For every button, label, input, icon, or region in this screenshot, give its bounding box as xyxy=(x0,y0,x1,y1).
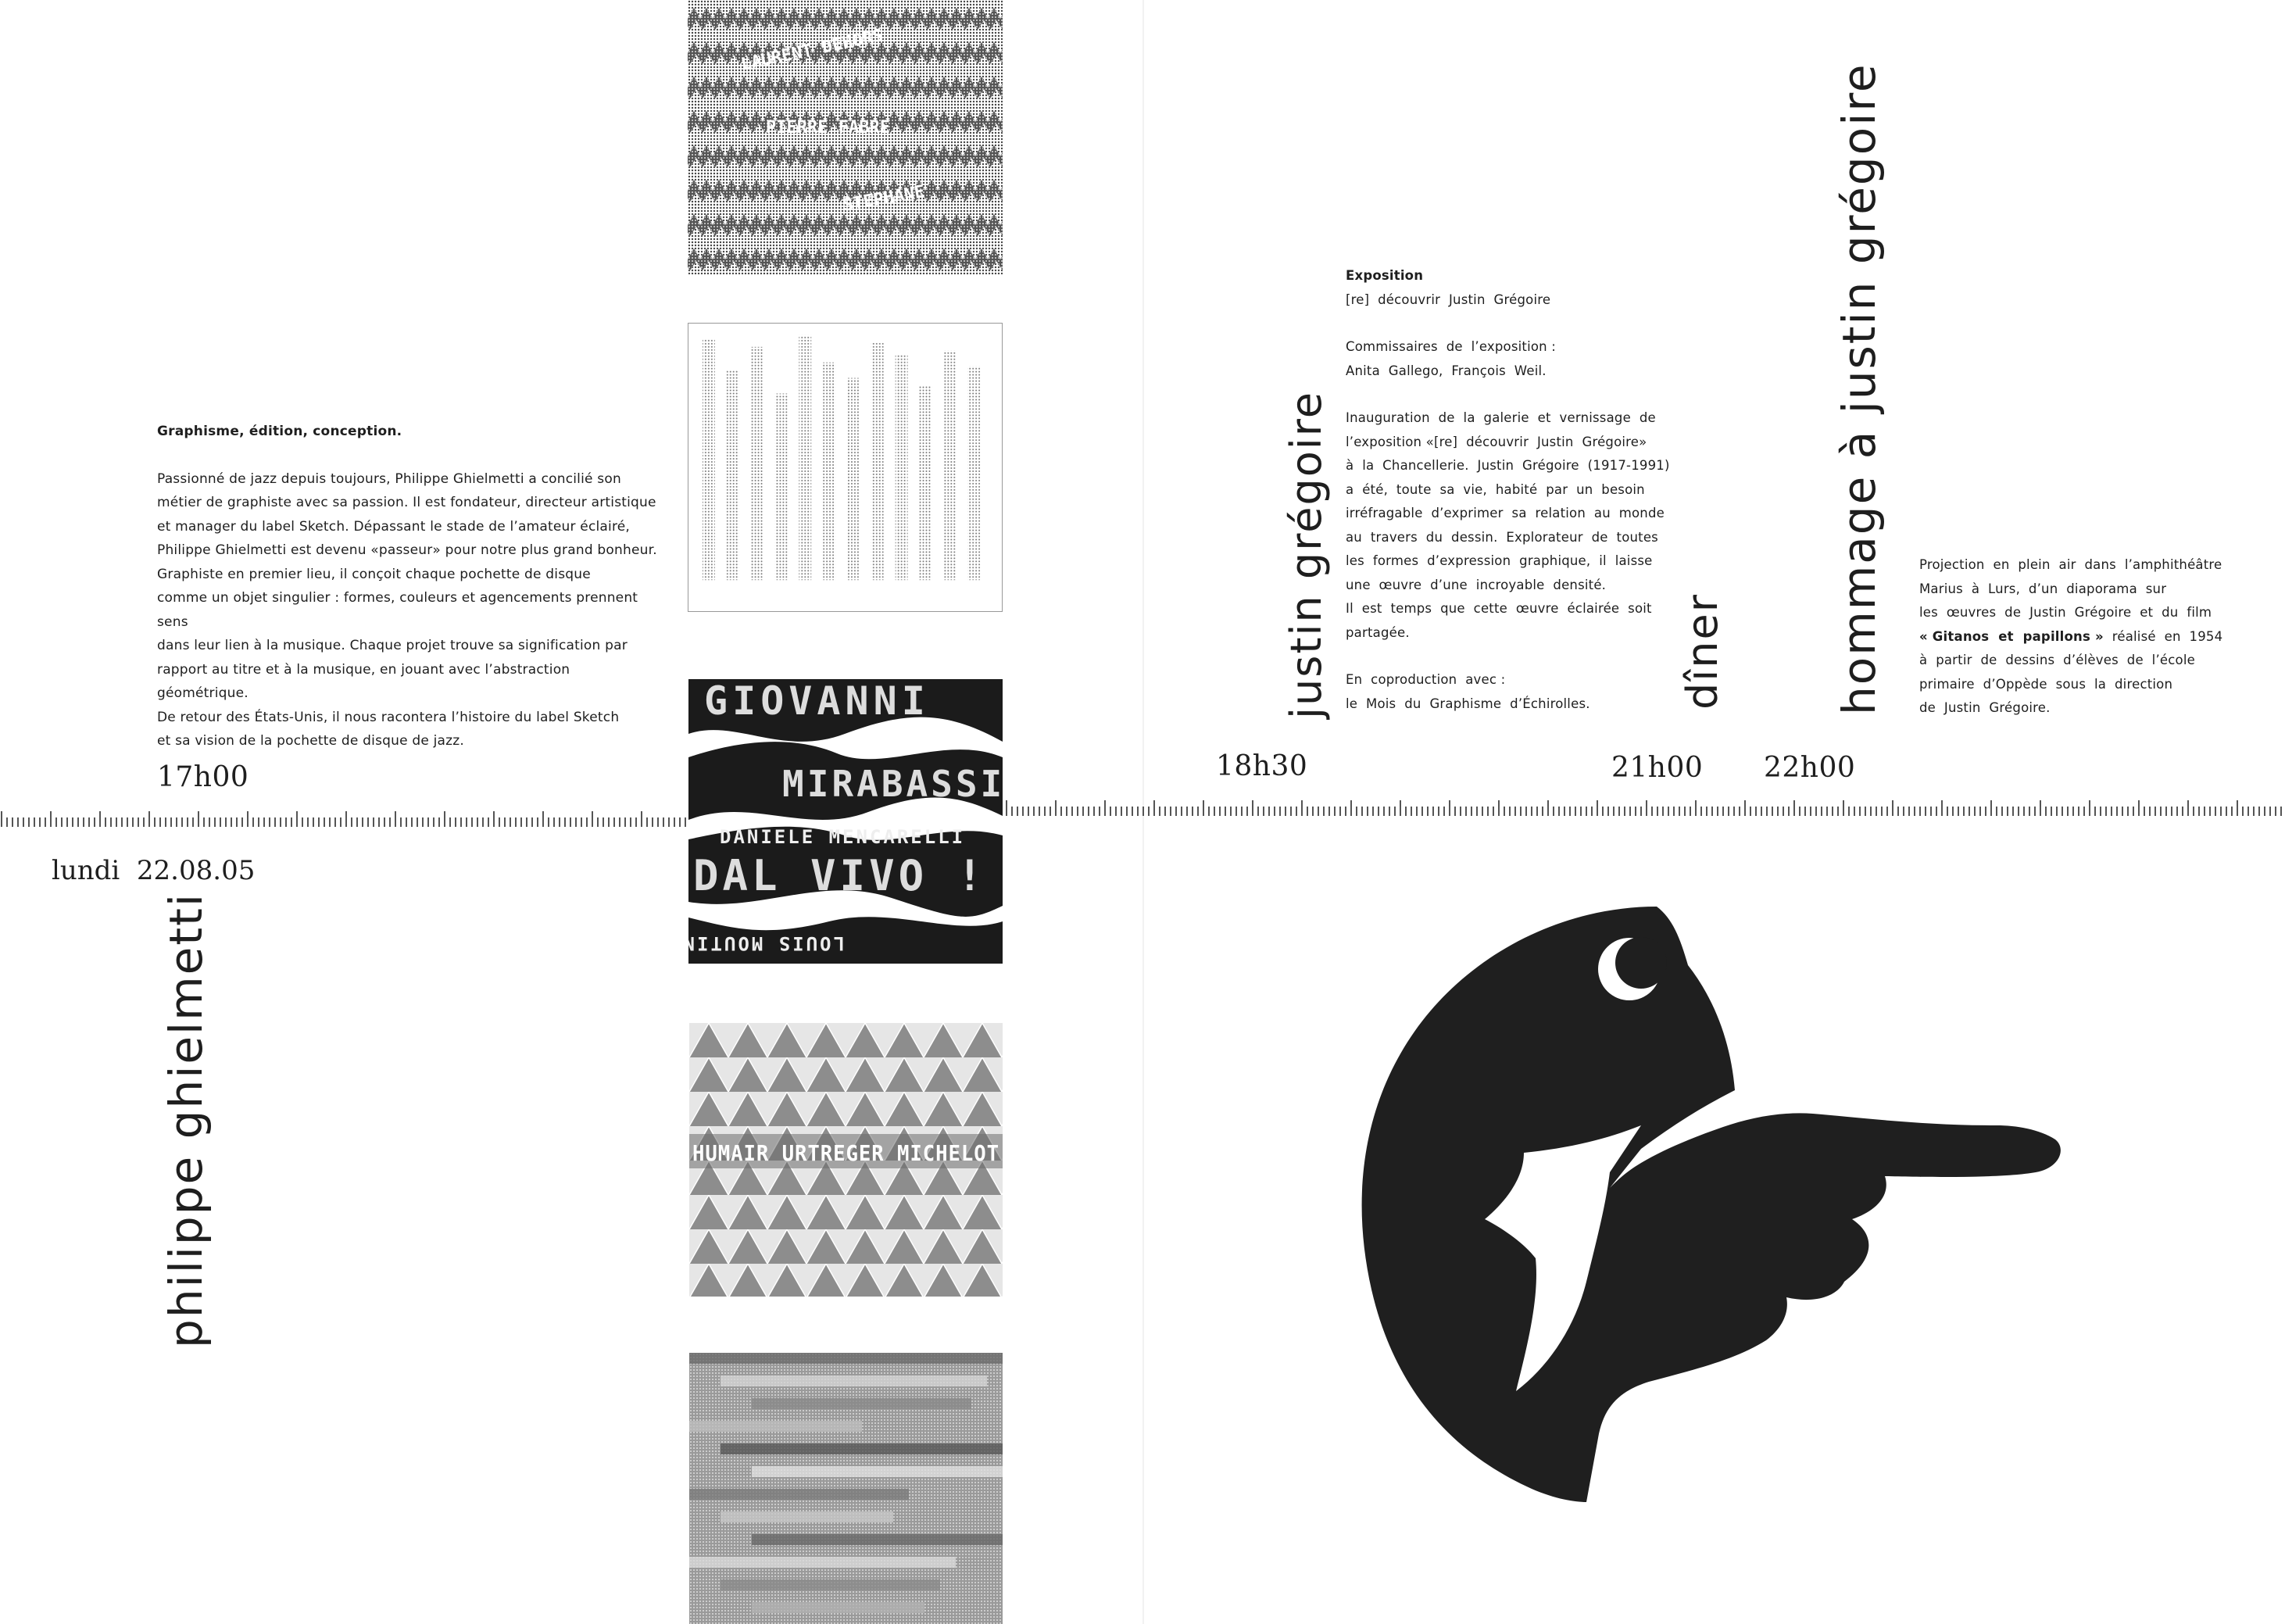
exposition-heading: Exposition xyxy=(1346,268,1424,283)
cover3-text: LOUIS MOUTIN xyxy=(688,932,845,954)
stripe-bar xyxy=(689,1353,1003,1364)
expo-line: une œuvre d’une incroyable densité. xyxy=(1346,577,1607,592)
exposition-block: Exposition [re] découvrir Justin Grégoir… xyxy=(1346,264,1674,716)
justin-gregoire-vertical: justin grégoire xyxy=(1282,391,1331,719)
dotted-bar xyxy=(726,370,739,581)
dotted-bar xyxy=(774,393,788,581)
expo-line: Commissaires de l’exposition : xyxy=(1346,339,1557,354)
intro-line: dans leur lien à la musique. Chaque proj… xyxy=(157,638,628,653)
projection-line: Projection en plein air dans l’amphithéâ… xyxy=(1919,557,2222,572)
time-18h30: 18h30 xyxy=(1216,750,1308,782)
time-21h00: 21h00 xyxy=(1611,752,1704,784)
dotted-bar xyxy=(750,346,763,581)
intro-block: Graphisme, édition, conception. Passionn… xyxy=(157,420,657,753)
intro-line: Passionné de jazz depuis toujours, Phili… xyxy=(157,470,621,487)
album-cover-horizontal-bars xyxy=(689,1353,1003,1624)
stripe-bar xyxy=(721,1375,987,1386)
stripe-bar xyxy=(721,1443,1003,1454)
dotted-bar xyxy=(919,385,932,581)
ruler-line-right xyxy=(1006,800,2282,816)
stripe-bar xyxy=(752,1602,924,1613)
dotted-bar xyxy=(895,354,908,581)
dotted-bar xyxy=(823,362,836,581)
expo-line: Il est temps que cette œuvre éclairée so… xyxy=(1346,601,1652,616)
dotted-bar xyxy=(846,377,860,581)
expo-line: Inauguration de la galerie et vernissage… xyxy=(1346,410,1656,425)
projection-line-rest: réalisé en 1954 xyxy=(2103,628,2223,644)
ruler-line-left xyxy=(1,811,686,827)
projection-line: les œuvres de Justin Grégoire et du film xyxy=(1919,605,2212,620)
expo-line: partagée. xyxy=(1346,624,1410,640)
album-cover-giovanni-mirabassi: GIOVANNI MIRABASSI DANIELE MENCARELLI DA… xyxy=(688,679,1003,964)
intro-line: et sa vision de la pochette de disque de… xyxy=(157,733,465,749)
expo-line: l’exposition «[re] découvrir Justin Grég… xyxy=(1346,434,1647,449)
expo-line: Anita Gallego, François Weil. xyxy=(1346,363,1547,378)
diner-vertical: dîner xyxy=(1678,593,1727,710)
intro-line: métier de graphiste avec sa passion. Il … xyxy=(157,495,656,510)
expo-line: [re] découvrir Justin Grégoire xyxy=(1346,292,1551,307)
dotted-bar xyxy=(871,342,884,581)
stripe-bar xyxy=(689,1557,956,1568)
expo-line: les formes d’expression graphique, il la… xyxy=(1346,553,1653,568)
cover3-text: MIRABASSI xyxy=(782,763,1003,805)
expo-line: à la Chancellerie. Justin Grégoire (1917… xyxy=(1346,458,1670,473)
intro-line: et manager du label Sketch. Dépassant le… xyxy=(157,518,631,535)
intro-line: De retour des États-Unis, il nous racont… xyxy=(157,709,620,725)
stripe-bar xyxy=(721,1579,940,1590)
dotted-bar xyxy=(702,338,715,581)
stripe-bar xyxy=(752,1466,1003,1477)
projection-line: à partir de dessins d’élèves de l’école xyxy=(1919,653,2195,667)
cover4-text: HUMAIR URTREGER MICHELOT xyxy=(692,1140,999,1166)
hommage-vertical: hommage à justin grégoire xyxy=(1833,63,1886,715)
stripe-bar xyxy=(752,1534,1003,1545)
cover3-text: DAL VIVO ! xyxy=(693,851,986,900)
dotted-bar xyxy=(967,366,981,581)
expo-line: a été, toute sa vie, habité par un besoi… xyxy=(1346,481,1645,497)
time-22h00: 22h00 xyxy=(1764,752,1856,784)
projection-line: primaire d’Oppède sous la direction xyxy=(1919,676,2173,692)
projection-line: Marius à Lurs, d’un diaporama sur xyxy=(1919,581,2167,596)
stripe-bar xyxy=(689,1489,909,1500)
cover1-text: PIERRE FABRE xyxy=(766,118,890,138)
speaker-name-vertical: philippe ghielmetti xyxy=(159,892,213,1348)
expo-line: au travers du dessin. Explorateur de tou… xyxy=(1346,529,1658,545)
intro-line: Graphiste en premier lieu, il conçoit ch… xyxy=(157,566,591,582)
film-title: « Gitanos et papillons » xyxy=(1919,628,2104,644)
projection-line: « Gitanos et papillons » réalisé en 1954 xyxy=(1919,625,2247,649)
expo-line: irréfragable d’exprimer sa relation au m… xyxy=(1346,506,1665,520)
cover3-text: GIOVANNI xyxy=(704,679,930,724)
dotted-bar xyxy=(799,334,812,581)
album-cover-vertical-bars xyxy=(688,323,1003,612)
stripe-bar xyxy=(752,1398,971,1409)
intro-line: rapport au titre et à la musique, en jou… xyxy=(157,661,570,702)
stripe-bar xyxy=(689,1421,862,1432)
intro-line: comme un objet singulier : formes, coule… xyxy=(157,590,638,630)
projection-line: de Justin Grégoire. xyxy=(1919,700,2051,715)
expo-line: le Mois du Graphisme d’Échirolles. xyxy=(1346,696,1590,711)
album-cover-triangles: HUMAIR URTREGER MICHELOT xyxy=(689,1023,1003,1297)
intro-heading: Graphisme, édition, conception. xyxy=(157,424,402,439)
dotted-bar xyxy=(943,350,957,581)
projection-block: Projection en plein air dans l’amphithéâ… xyxy=(1919,553,2247,721)
album-cover-zigzag: LAURENT DEHORS PIERRE FABRE STEPHANE xyxy=(688,0,1003,274)
expo-line: En coproduction avec : xyxy=(1346,672,1506,687)
cover3-text: DANIELE MENCARELLI xyxy=(720,826,965,848)
bird-hand-icon xyxy=(1361,907,2061,1502)
intro-line: Philippe Ghielmetti est devenu «passeur»… xyxy=(157,542,657,558)
date-label: lundi 22.08.05 xyxy=(52,855,256,886)
time-17h00: 17h00 xyxy=(157,761,249,793)
stripe-bar xyxy=(721,1511,893,1522)
